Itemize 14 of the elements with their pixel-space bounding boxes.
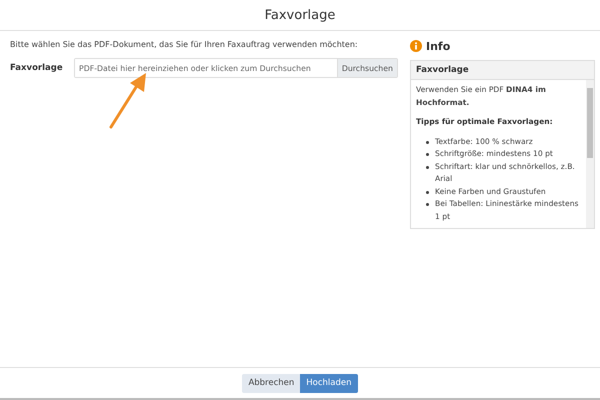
- info-heading: Info: [426, 40, 450, 52]
- scroll-bar[interactable]: [586, 80, 594, 228]
- bullet-icon: [426, 140, 429, 144]
- cancel-button[interactable]: Abbrechen: [242, 374, 300, 392]
- instruction-text: Bitte wählen Sie das PDF-Dokument, das Sie für Ihren Faxauftrag verwenden möchten:: [10, 40, 359, 49]
- bullet-icon: [426, 190, 429, 194]
- info-icon: [410, 40, 422, 52]
- bullet-icon: [426, 203, 429, 206]
- window-title: Faxvorlage: [0, 0, 600, 31]
- bullet-icon: [426, 153, 429, 156]
- bullet-icon: [426, 166, 429, 168]
- upload-button[interactable]: Hochladen: [300, 374, 358, 392]
- panel-title: Faxvorlage: [411, 61, 594, 80]
- field-label: Faxvorlage: [10, 63, 64, 73]
